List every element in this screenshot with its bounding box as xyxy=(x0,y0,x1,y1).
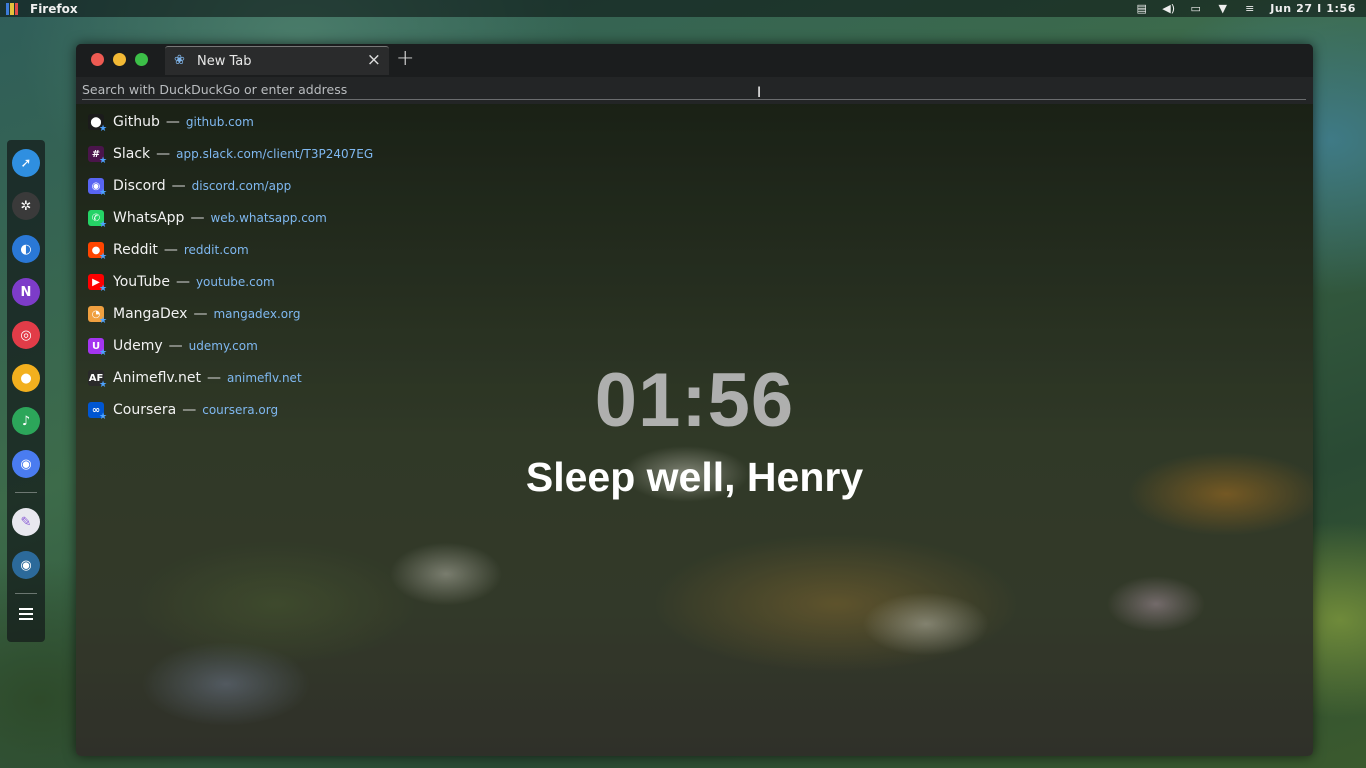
shortcut-separator: — xyxy=(193,306,208,322)
shortcut-name: MangaDex xyxy=(113,306,188,322)
shortcut-slack[interactable]: # ★ Slack — app.slack.com/client/T3P2407EG xyxy=(88,138,373,170)
whatsapp-icon: ✆ ★ xyxy=(88,210,107,230)
shortcut-name: Discord xyxy=(113,178,166,194)
clock-display: 01:56 xyxy=(594,358,795,443)
shortcut-separator: — xyxy=(165,114,180,130)
shortcut-separator: — xyxy=(168,338,183,354)
shortcut-discord[interactable]: ◉ ★ Discord — discord.com/app xyxy=(88,170,373,202)
dock-separator xyxy=(15,492,37,493)
bookmark-star-icon: ★ xyxy=(99,220,108,230)
shortcut-url[interactable]: app.slack.com/client/T3P2407EG xyxy=(176,147,373,161)
shortcut-youtube[interactable]: ▶ ★ YouTube — youtube.com xyxy=(88,266,373,298)
url-bar xyxy=(76,77,1313,104)
bookmark-star-icon: ★ xyxy=(99,124,108,134)
shortcut-whatsapp[interactable]: ✆ ★ WhatsApp — web.whatsapp.com xyxy=(88,202,373,234)
tab-new-tab[interactable]: ❀ New Tab × xyxy=(165,46,389,75)
bookmark-star-icon: ★ xyxy=(99,156,108,166)
shortcut-mangadex[interactable]: ◔ ★ MangaDex — mangadex.org xyxy=(88,298,373,330)
shortcut-separator: — xyxy=(171,178,186,194)
browser-window: ❀ New Tab × + I ⬤★ Github — github.com #★ Sla… xyxy=(76,44,1313,756)
shortcut-separator: — xyxy=(156,146,171,162)
idea-icon[interactable]: ● xyxy=(12,364,40,392)
bookmark-star-icon: ★ xyxy=(99,188,108,198)
editor-icon[interactable]: ✎ xyxy=(12,508,40,536)
panel-clock[interactable]: Jun 27 Ⅰ 1:56 xyxy=(1270,2,1356,15)
close-tab-icon[interactable]: × xyxy=(367,52,381,69)
udemy-icon: U ★ xyxy=(88,338,107,358)
tab-strip: ❀ New Tab × + xyxy=(76,44,1313,77)
new-tab-button[interactable]: + xyxy=(396,48,414,70)
youtube-icon: ▶ ★ xyxy=(88,274,107,294)
close-window-button[interactable] xyxy=(91,53,104,66)
shortcut-name: Udemy xyxy=(113,338,163,354)
safari-icon[interactable]: ➚ xyxy=(12,149,40,177)
shortcut-url[interactable]: youtube.com xyxy=(196,275,275,289)
bookmark-star-icon: ★ xyxy=(99,316,108,326)
disk-icon[interactable]: ◉ xyxy=(12,551,40,579)
menu-icon[interactable]: ≡ xyxy=(1243,2,1256,15)
minimize-window-button[interactable] xyxy=(113,53,126,66)
mangadex-icon: ◔ ★ xyxy=(88,306,107,326)
shortcut-url[interactable]: github.com xyxy=(186,115,254,129)
top-panel: Firefox ▤ ◀) ▭ ▼ ≡ Jun 27 Ⅰ 1:56 xyxy=(0,0,1366,17)
discord-icon[interactable]: ◉ xyxy=(12,450,40,478)
greeting-text: Sleep well, Henry xyxy=(525,454,864,500)
shortcut-url[interactable]: discord.com/app xyxy=(192,179,292,193)
address-input[interactable] xyxy=(82,79,1306,100)
slack-icon: # ★ xyxy=(88,146,107,166)
shortcut-name: Slack xyxy=(113,146,151,162)
shortcut-url[interactable]: web.whatsapp.com xyxy=(210,211,326,225)
shortcut-separator: — xyxy=(190,210,205,226)
shortcut-separator: — xyxy=(175,274,190,290)
github-icon: ⬤ ★ xyxy=(88,114,107,134)
record-icon[interactable]: ◎ xyxy=(12,321,40,349)
dock: ➚ ✲ ◐ N ◎ ● ♪ ◉ ✎ ◉ xyxy=(7,140,45,642)
maximize-window-button[interactable] xyxy=(135,53,148,66)
shortcut-name: Github xyxy=(113,114,160,130)
shortcut-url[interactable]: udemy.com xyxy=(189,339,258,353)
firefox-icon[interactable]: ◐ xyxy=(12,235,40,263)
active-app-name[interactable]: Firefox xyxy=(30,2,78,16)
shortcut-url[interactable]: reddit.com xyxy=(184,243,249,257)
reddit-icon: ● ★ xyxy=(88,242,107,262)
battery-icon[interactable]: ▭ xyxy=(1189,2,1202,15)
volume-icon[interactable]: ◀) xyxy=(1162,2,1175,15)
firefox-tab-icon: ❀ xyxy=(174,53,185,68)
tab-title: New Tab xyxy=(197,53,252,69)
notion-icon[interactable]: N xyxy=(12,278,40,306)
app-launcher-icon[interactable] xyxy=(6,2,18,15)
system-tray: ▤ ◀) ▭ ▼ ≡ Jun 27 Ⅰ 1:56 xyxy=(1135,0,1356,17)
bookmark-star-icon: ★ xyxy=(99,252,108,262)
shortcut-reddit[interactable]: ● ★ Reddit — reddit.com xyxy=(88,234,373,266)
bookmark-star-icon: ★ xyxy=(99,284,108,294)
shortcut-separator: — xyxy=(163,242,178,258)
wifi-icon[interactable]: ▼ xyxy=(1216,2,1229,15)
slack-icon[interactable]: ✲ xyxy=(12,192,40,220)
shortcut-name: WhatsApp xyxy=(113,210,185,226)
music-icon[interactable]: ♪ xyxy=(12,407,40,435)
shortcut-github[interactable]: ⬤ ★ Github — github.com xyxy=(88,106,373,138)
dock-menu-icon[interactable] xyxy=(19,608,33,620)
shortcut-url[interactable]: mangadex.org xyxy=(213,307,300,321)
shortcut-name: YouTube xyxy=(113,274,170,290)
discord-icon: ◉ ★ xyxy=(88,178,107,198)
notifications-icon[interactable]: ▤ xyxy=(1135,2,1148,15)
text-cursor-icon: I xyxy=(757,85,762,101)
shortcut-name: Reddit xyxy=(113,242,158,258)
dock-separator xyxy=(15,593,37,594)
